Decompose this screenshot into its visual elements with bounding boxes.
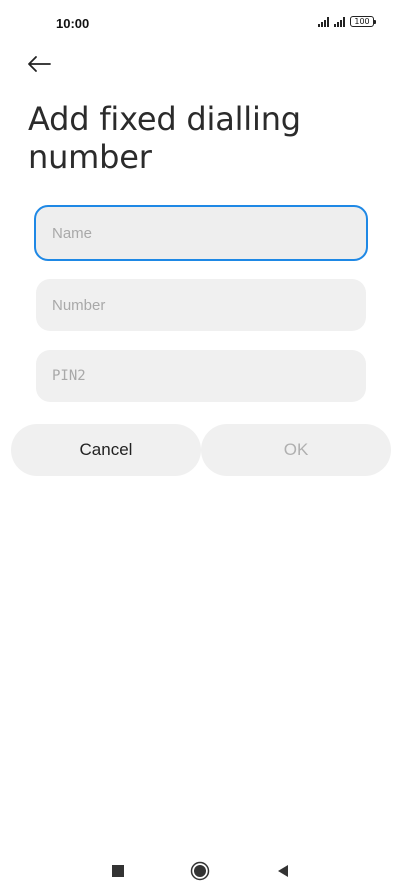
pin2-input[interactable] [36, 350, 366, 402]
home-circle-icon [190, 861, 210, 881]
name-input[interactable] [34, 205, 368, 261]
home-button[interactable] [190, 861, 210, 881]
back-triangle-icon [278, 865, 288, 877]
recents-button[interactable] [108, 861, 128, 881]
signal-icon [334, 16, 345, 27]
signal-icon [318, 16, 329, 27]
battery-icon: 100 [350, 16, 376, 27]
ok-button[interactable]: OK [201, 424, 391, 476]
status-icons: 100 [318, 16, 376, 27]
status-time: 10:00 [56, 16, 90, 31]
page-title: Add fixed dialling number [28, 100, 301, 176]
back-button[interactable] [26, 48, 62, 80]
screen: 10:00 100 Add fixed dialling number Canc… [0, 0, 402, 893]
nav-back-button[interactable] [273, 861, 293, 881]
number-input[interactable] [36, 279, 366, 331]
arrow-left-icon [28, 56, 51, 72]
recents-square-icon [112, 865, 124, 877]
navigation-bar [0, 845, 402, 893]
status-bar: 10:00 100 [0, 0, 402, 44]
cancel-button[interactable]: Cancel [11, 424, 201, 476]
